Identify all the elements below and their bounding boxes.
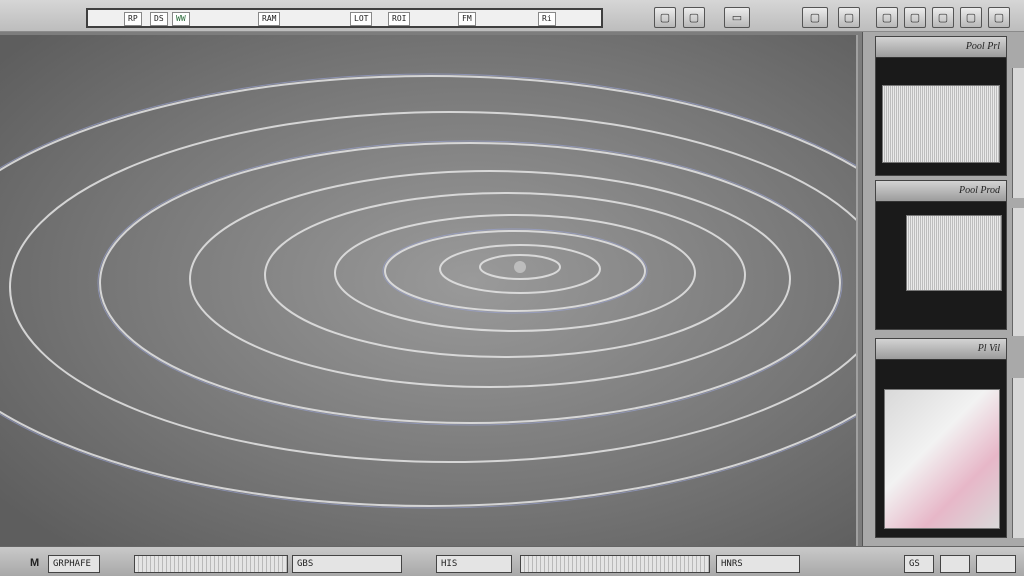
thumbnail[interactable]: [884, 389, 1000, 529]
status-field[interactable]: [940, 555, 970, 573]
window-icon[interactable]: ▢: [683, 7, 705, 28]
top-toolbar: RP DS WW RAM LOT ROI FM Ri ▢ ▢ ▭ ▢ ▢ ▢ ▢…: [0, 0, 1024, 32]
window-icon[interactable]: ▢: [932, 7, 954, 28]
status-field[interactable]: [976, 555, 1016, 573]
status-bar: M GRPHAFE GBS HIS HNRS GS: [0, 546, 1024, 576]
thumbnail[interactable]: [906, 215, 1002, 291]
address-segment[interactable]: FM: [458, 12, 476, 26]
preview-panel[interactable]: Pool Prod: [875, 180, 1007, 330]
address-segment[interactable]: LOT: [350, 12, 373, 26]
thumbnail[interactable]: [882, 85, 1000, 163]
window-icon[interactable]: ▢: [904, 7, 926, 28]
address-segment[interactable]: DS: [150, 12, 168, 26]
address-segment[interactable]: Ri: [538, 12, 556, 26]
window-icon[interactable]: ▭: [724, 7, 750, 28]
address-segment[interactable]: RAM: [258, 12, 281, 26]
panel-title: Pool Prl: [876, 37, 1006, 58]
window-icon[interactable]: ▢: [654, 7, 676, 28]
window-icon[interactable]: ▢: [838, 7, 860, 28]
preview-panel[interactable]: Pool Prl: [875, 36, 1007, 176]
preview-panel[interactable]: Pl Vil: [875, 338, 1007, 538]
status-field[interactable]: HNRS: [716, 555, 800, 573]
sidebar: Pool Prl Pool Prod Pl Vil: [862, 32, 1024, 546]
window-icon[interactable]: ▢: [802, 7, 828, 28]
contour-image: [0, 35, 856, 547]
panel-title: Pl Vil: [876, 339, 1006, 360]
address-segment[interactable]: ROI: [388, 12, 411, 26]
address-segment[interactable]: RP: [124, 12, 142, 26]
status-field[interactable]: HIS: [436, 555, 512, 573]
status-progress: [134, 555, 288, 573]
status-field[interactable]: GRPHAFE: [48, 555, 100, 573]
window-icon[interactable]: ▢: [876, 7, 898, 28]
status-progress: [520, 555, 710, 573]
panel-edge: [1012, 378, 1024, 538]
window-icon[interactable]: ▢: [960, 7, 982, 28]
window-icon[interactable]: ▢: [988, 7, 1010, 28]
panel-edge: [1012, 68, 1024, 198]
panel-title: Pool Prod: [876, 181, 1006, 202]
address-segment[interactable]: WW: [172, 12, 190, 26]
address-bar[interactable]: RP DS WW RAM LOT ROI FM Ri: [86, 8, 603, 28]
panel-edge: [1012, 208, 1024, 336]
image-viewer[interactable]: [0, 35, 858, 547]
status-field[interactable]: GBS: [292, 555, 402, 573]
status-label: M: [30, 557, 40, 569]
status-field[interactable]: GS: [904, 555, 934, 573]
